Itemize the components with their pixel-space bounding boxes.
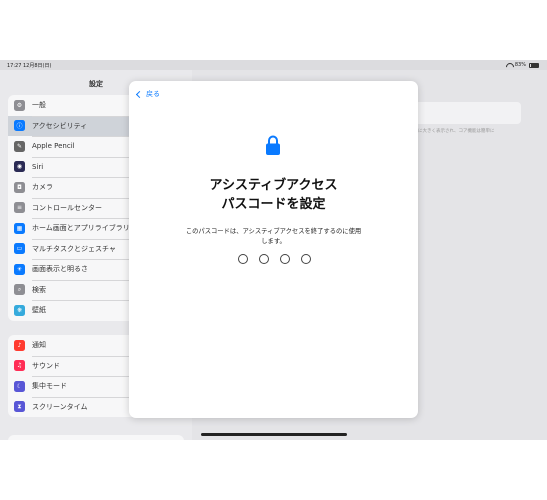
- passcode-dots[interactable]: [238, 254, 311, 264]
- passcode-dot: [238, 254, 248, 264]
- sheet-heading-line1: アシスティブアクセス: [209, 178, 338, 193]
- wallpaper-icon: ❋: [14, 304, 25, 316]
- multitasking-icon: ▭: [14, 243, 25, 255]
- moon-icon: ☾: [14, 380, 25, 392]
- sidebar-item-label: コントロールセンター: [32, 203, 102, 212]
- hourglass-icon: ⧗: [14, 401, 25, 413]
- camera-icon: ◘: [14, 181, 25, 193]
- siri-icon: ◉: [14, 161, 25, 173]
- control-center-icon: ≡: [14, 202, 25, 214]
- pencil-icon: ✎: [14, 140, 25, 152]
- back-button[interactable]: 戻る: [135, 89, 160, 99]
- sheet-heading-line2: パスコードを設定: [221, 197, 326, 212]
- speaker-icon: ♫: [14, 360, 25, 372]
- wifi-icon: [506, 63, 512, 68]
- sidebar-item-label: スクリーンタイム: [32, 402, 88, 411]
- sidebar-item-label: ホーム画面とアプリライブラリ: [32, 224, 130, 233]
- sidebar-item-label: アクセシビリティ: [32, 121, 88, 130]
- sheet-description: このパスコードは、アシスティブアクセスを終了するのに使用します。: [185, 228, 362, 245]
- sidebar-item-label: 壁紙: [32, 306, 46, 315]
- sidebar-item-label: 集中モード: [32, 382, 67, 391]
- chevron-left-icon: [135, 90, 144, 98]
- sidebar-item-label: マルチタスクとジェスチャ: [32, 244, 116, 253]
- detail-note: に大きく表示され、コア機能は簡単に: [418, 129, 495, 134]
- sidebar-item-label: 通知: [32, 341, 46, 350]
- passcode-dot: [259, 254, 269, 264]
- sidebar-item-label: 検索: [32, 285, 46, 294]
- passcode-dot: [301, 254, 311, 264]
- sidebar-item-label: 画面表示と明るさ: [32, 265, 88, 274]
- status-time: 17:27 12月8日(日): [7, 63, 52, 69]
- accessibility-icon: ⓘ: [14, 120, 25, 132]
- sidebar-group-next: [8, 435, 184, 440]
- sidebar-item-label: Siri: [32, 162, 44, 171]
- brightness-icon: ☀: [14, 263, 25, 275]
- battery-icon: [529, 62, 539, 68]
- passcode-dot: [280, 254, 290, 264]
- sidebar-item-label: サウンド: [32, 361, 60, 370]
- back-button-label: 戻る: [146, 90, 160, 98]
- battery-percent: 83%: [514, 62, 526, 68]
- sidebar-item-label: 一般: [32, 101, 46, 110]
- status-bar: 17:27 12月8日(日) 83%: [0, 60, 547, 70]
- sheet-heading: アシスティブアクセス パスコードを設定: [129, 176, 418, 214]
- sidebar-item-label: Apple Pencil: [32, 142, 75, 151]
- gear-icon: ⚙: [14, 99, 25, 111]
- bell-icon: ♪: [14, 339, 25, 351]
- home-screen-icon: ▦: [14, 222, 25, 234]
- lock-icon: [266, 135, 280, 155]
- sidebar-item-label: カメラ: [32, 183, 53, 192]
- home-indicator[interactable]: [201, 433, 347, 436]
- assistive-access-passcode-sheet: 戻る アシスティブアクセス パスコードを設定 このパスコードは、アシスティブアク…: [129, 81, 418, 418]
- status-right: 83%: [506, 62, 539, 68]
- search-icon: ⌕: [14, 284, 25, 296]
